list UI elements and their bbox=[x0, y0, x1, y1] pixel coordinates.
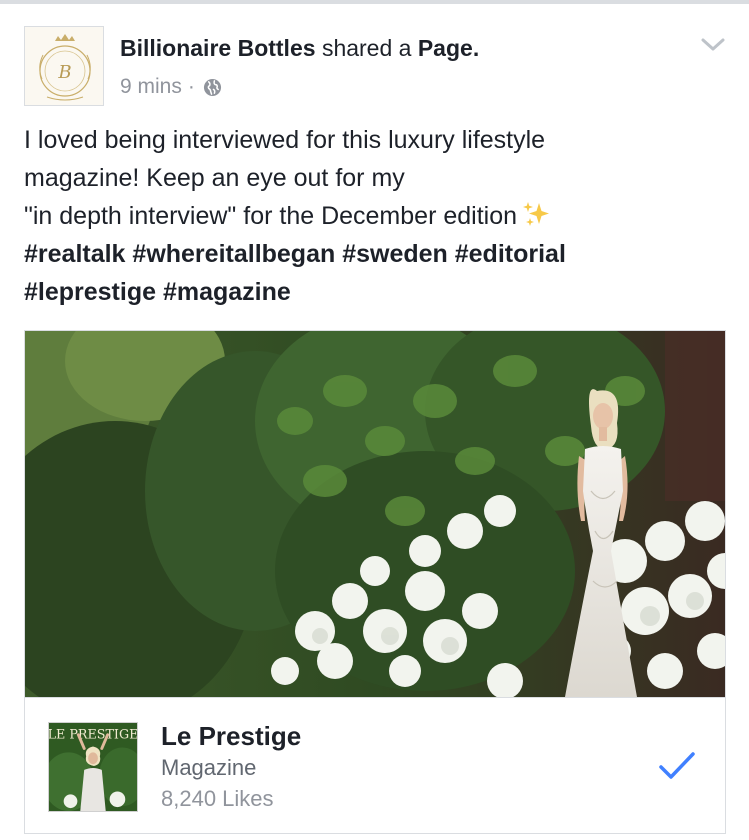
page-avatar[interactable]: B bbox=[24, 26, 104, 106]
checkmark-icon[interactable] bbox=[657, 750, 697, 782]
timestamp[interactable]: 9 mins bbox=[120, 74, 182, 100]
page-info-card[interactable]: LE PRESTIGE Le Prestige Magazine 8,240 L… bbox=[25, 697, 725, 833]
cover-masthead: LE PRESTIGE bbox=[48, 727, 138, 742]
post-text-fragment: "in depth interview" for the December ed… bbox=[24, 202, 518, 230]
author-link[interactable]: Billionaire Bottles bbox=[120, 35, 316, 61]
chevron-down-icon[interactable] bbox=[700, 36, 726, 54]
magazine-cover-thumbnail[interactable]: LE PRESTIGE bbox=[48, 722, 138, 812]
shared-page-attachment[interactable]: LE PRESTIGE Le Prestige Magazine 8,240 L… bbox=[24, 330, 726, 834]
hashtag-line[interactable]: #realtalk #whereitallbegan #sweden #edit… bbox=[24, 235, 724, 273]
post-text-line: "in depth interview" for the December ed… bbox=[24, 197, 724, 235]
action-text: shared a bbox=[321, 35, 412, 61]
page-likes-count: 8,240 Likes bbox=[161, 786, 274, 811]
shared-object-link[interactable]: Page. bbox=[418, 35, 479, 61]
billionaire-bottles-logo: B bbox=[25, 27, 103, 105]
post-header: B Billionaire Bottles shared a Page. 9 m… bbox=[24, 26, 726, 108]
meta-separator: · bbox=[187, 75, 195, 98]
feed-divider bbox=[0, 0, 749, 4]
globe-icon[interactable] bbox=[203, 78, 222, 97]
hashtag-line[interactable]: #leprestige #magazine bbox=[24, 273, 724, 311]
page-name[interactable]: Le Prestige bbox=[161, 720, 301, 752]
post-text-line: I loved being interviewed for this luxur… bbox=[24, 126, 546, 154]
logo-letter: B bbox=[57, 62, 71, 83]
post-headline: Billionaire Bottles shared a Page. bbox=[120, 34, 479, 62]
post-text-line: magazine! Keep an eye out for my bbox=[24, 164, 405, 192]
post-meta: 9 mins · bbox=[120, 74, 222, 100]
sparkles-icon bbox=[523, 202, 550, 226]
cover-photo[interactable] bbox=[25, 331, 725, 697]
post-text: I loved being interviewed for this luxur… bbox=[24, 121, 724, 311]
page-category: Magazine bbox=[161, 755, 257, 780]
